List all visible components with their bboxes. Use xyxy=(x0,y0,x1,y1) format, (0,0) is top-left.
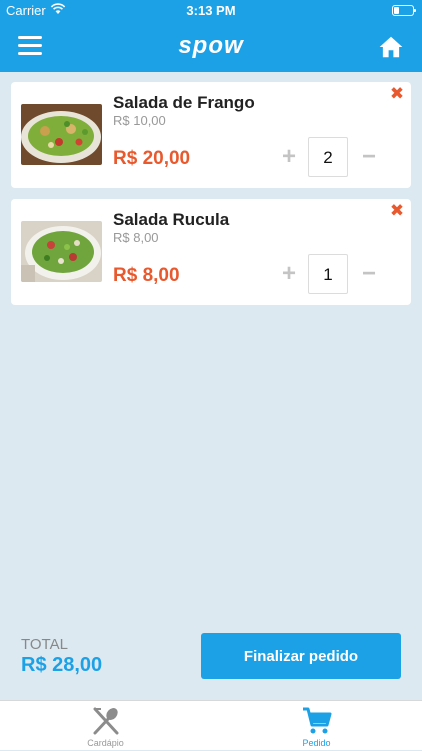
total-label: TOTAL xyxy=(21,636,68,653)
tab-label: Cardápio xyxy=(87,738,124,748)
increase-quantity-button[interactable]: + xyxy=(277,261,301,287)
decrease-quantity-button[interactable]: − xyxy=(357,144,381,170)
tab-bar: Cardápio Pedido xyxy=(0,700,422,750)
remove-item-button[interactable]: ✖ xyxy=(389,85,405,102)
quantity-field[interactable]: 2 xyxy=(308,137,348,177)
item-unit-price: R$ 8,00 xyxy=(113,230,159,245)
increase-quantity-button[interactable]: + xyxy=(277,144,301,170)
cart-item: Salada de Frango R$ 10,00 R$ 20,00 ✖ + 2… xyxy=(11,82,411,188)
cart-icon xyxy=(303,707,332,734)
item-name: Salada Rucula xyxy=(113,210,230,229)
decrease-quantity-button[interactable]: − xyxy=(357,261,381,287)
remove-item-button[interactable]: ✖ xyxy=(389,202,405,219)
item-name: Salada de Frango xyxy=(113,93,255,112)
item-total-price: R$ 8,00 xyxy=(113,265,180,286)
home-icon[interactable] xyxy=(378,34,404,60)
tab-cardapio[interactable]: Cardápio xyxy=(0,701,211,751)
chicken-salad-image xyxy=(21,104,102,165)
battery-icon xyxy=(392,5,416,16)
finalize-order-button[interactable]: Finalizar pedido xyxy=(201,633,401,679)
status-bar: Carrier 3:13 PM xyxy=(0,0,422,22)
item-total-price: R$ 20,00 xyxy=(113,148,191,169)
item-unit-price: R$ 10,00 xyxy=(113,113,166,128)
tab-label: Pedido xyxy=(302,738,331,748)
tab-pedido[interactable]: Pedido xyxy=(211,701,422,751)
app-logo: spow xyxy=(178,32,244,59)
clock: 3:13 PM xyxy=(186,3,236,18)
arugula-salad-image xyxy=(21,221,102,282)
total-value: R$ 28,00 xyxy=(21,654,103,676)
fork-spoon-icon xyxy=(93,707,119,735)
cart-item: Salada Rucula R$ 8,00 R$ 8,00 ✖ + 1 − xyxy=(11,199,411,305)
nav-bar: spow xyxy=(0,22,422,72)
quantity-field[interactable]: 1 xyxy=(308,254,348,294)
